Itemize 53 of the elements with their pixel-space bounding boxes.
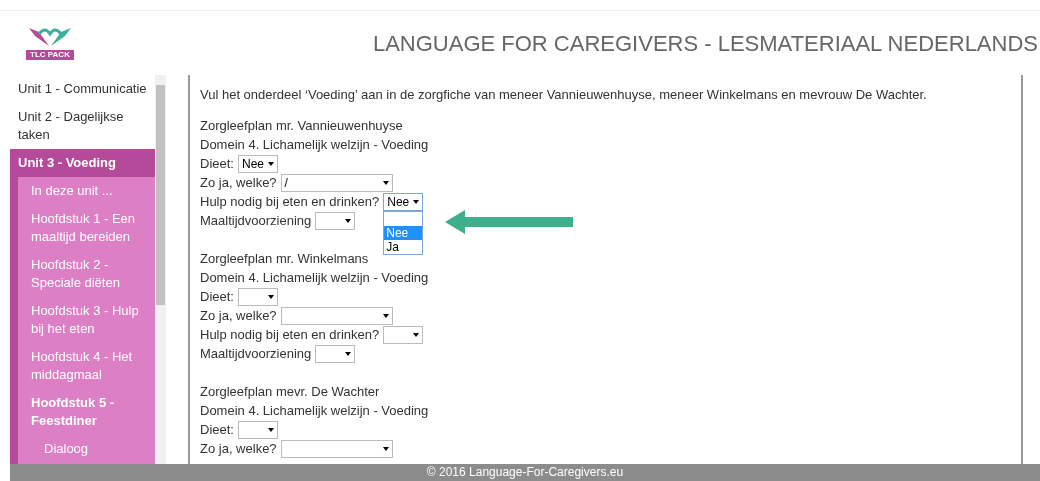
logo[interactable]: TLC PACK — [20, 26, 80, 60]
sidebar-item[interactable]: Hoofdstuk 2 - Speciale diëten — [18, 251, 155, 297]
caret-icon — [345, 352, 352, 357]
field-label: Hulp nodig bij eten en drinken? — [200, 193, 380, 211]
field-label: Zo ja, welke? — [200, 440, 277, 458]
dropdown-field[interactable] — [237, 288, 278, 307]
sidebar-item[interactable]: Hoofdstuk 4 - Het middagmaal — [18, 343, 155, 389]
section-domain: Domein 4. Lichamelijk welzijn - Voeding — [200, 402, 429, 420]
field-label: Zo ja, welke? — [200, 307, 277, 325]
sidebar-item[interactable]: Hoofdstuk 1 - Een maaltijd bereiden — [18, 205, 155, 251]
dropdown-option[interactable]: Nee — [384, 225, 423, 240]
dropdown-field[interactable] — [315, 345, 356, 364]
caret-icon — [382, 181, 389, 186]
logo-text: TLC PACK — [26, 50, 74, 60]
scrollbar[interactable] — [155, 75, 166, 464]
dropdown-field[interactable] — [315, 212, 356, 231]
field-label: Hulp nodig bij eten en drinken? — [200, 326, 380, 344]
caret-icon — [382, 447, 389, 452]
footer: © 2016 Language-For-Caregivers.eu — [10, 464, 1040, 481]
section-domain: Domein 4. Lichamelijk welzijn - Voeding — [200, 269, 429, 287]
section-domain: Domein 4. Lichamelijk welzijn - Voeding — [200, 136, 429, 154]
sidebar-item[interactable]: In deze unit ... — [18, 177, 155, 205]
sidebar-item[interactable]: Hoofdstuk 5 - Feestdiner — [18, 389, 155, 435]
instruction-text: Vul het onderdeel ‘Voeding’ aan in de zorgfiche van meneer Vannieuwenhuyse, meneer Winkelmans en mevrouw De Wachter. — [200, 86, 927, 104]
page-title: LANGUAGE FOR CAREGIVERS - LESMATERIAAL NEDERLANDS — [372, 29, 1038, 58]
dropdown-field[interactable] — [237, 421, 278, 440]
dropdown-field[interactable]: Nee — [237, 155, 278, 174]
caret-icon — [267, 428, 274, 433]
section-title: Zorgleefplan mr. Winkelmans — [200, 250, 369, 268]
caret-icon — [382, 314, 389, 319]
dropdown-field[interactable] — [383, 326, 424, 345]
caret-icon — [267, 295, 274, 300]
caret-icon — [413, 200, 420, 205]
field-label: Maaltijdvoorziening — [200, 345, 312, 363]
caret-icon — [345, 219, 352, 224]
field-label: Maaltijdvoorziening — [200, 212, 312, 230]
caret-icon — [413, 333, 420, 338]
field-label: Dieet: — [200, 288, 234, 306]
field-label: Dieet: — [200, 155, 234, 173]
field-label: Dieet: — [200, 421, 234, 439]
dropdown-field[interactable] — [280, 307, 393, 326]
caret-icon — [267, 162, 274, 167]
dropdown-option[interactable]: Ja — [384, 239, 423, 254]
arrow-icon — [445, 208, 576, 235]
field-label: Zo ja, welke? — [200, 174, 277, 192]
dropdown-field[interactable]: Nee — [383, 193, 424, 212]
section-title: Zorgleefplan mevr. De Wachter — [200, 383, 380, 401]
section-title: Zorgleefplan mr. Vannieuwenhuyse — [200, 117, 403, 135]
sidebar-item[interactable]: Unit 3 - Voeding — [10, 149, 155, 177]
dropdown-field[interactable]: / — [280, 174, 393, 193]
dropdown-field[interactable] — [280, 440, 393, 459]
sidebar-item[interactable]: Hoofdstuk 3 - Hulp bij het eten — [18, 297, 155, 343]
sidebar-item[interactable]: Dialoog — [18, 435, 155, 463]
